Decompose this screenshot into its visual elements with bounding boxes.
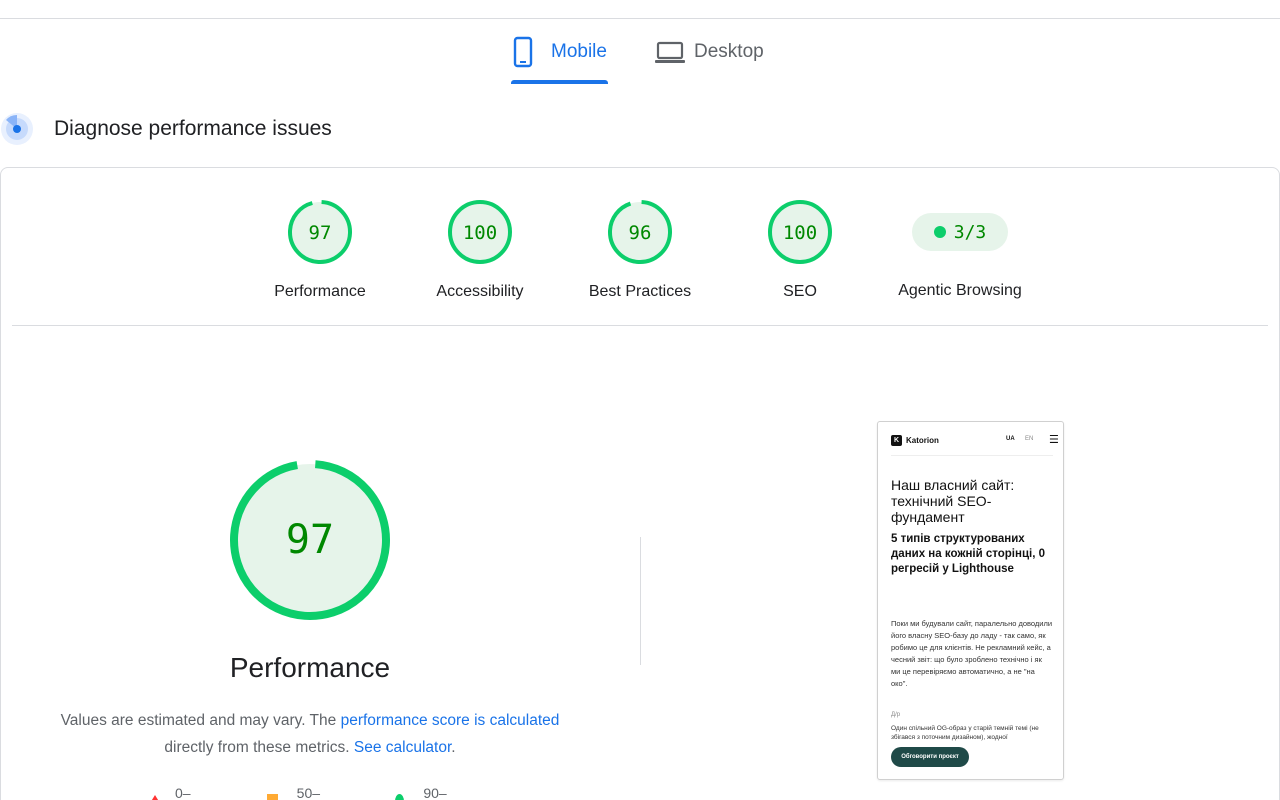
tab-desktop-label: Desktop [694, 41, 764, 62]
category-gauge-best-practices[interactable]: 96 Best Practices [560, 199, 720, 309]
brand-name: Katorion [906, 436, 939, 445]
smartphone-icon [511, 36, 541, 68]
legend-item-fail: 0–49 [147, 785, 191, 800]
gauge-label: Best Practices [588, 283, 692, 300]
lighthouse-icon [0, 112, 34, 146]
performance-score-link[interactable]: performance score is calculated [341, 712, 560, 729]
category-gauge-seo[interactable]: 100 SEO [720, 199, 880, 309]
vertical-divider [640, 537, 641, 665]
lang-ua: UA [1006, 436, 1015, 442]
gauge-ring: 100 [448, 200, 512, 264]
section-title: Diagnose performance issues [54, 117, 332, 140]
gauge-score: 100 [783, 222, 817, 244]
lang-en: EN [1025, 436, 1034, 442]
screenshot-paragraph: Поки ми будували сайт, паралельно доводи… [891, 619, 1053, 688]
screenshot-cta-button: Обговорити проєкт [891, 747, 969, 767]
section-divider [12, 325, 1268, 326]
gauge-label: Performance [274, 283, 366, 300]
gauge-label: Accessibility [436, 283, 524, 300]
screenshot-heading: Наш власний сайт: технічний SEO-фундамен… [891, 477, 1015, 525]
screenshot-small-label: Д/р [891, 712, 901, 718]
gauge-score: 97 [309, 222, 332, 244]
performance-gauge: 97 [228, 458, 392, 622]
performance-score: 97 [286, 517, 334, 563]
hamburger-menu-icon: ☰ [1049, 434, 1059, 446]
final-screenshot[interactable]: K Katorion UA EN ☰ Наш власний сайт: тех… [877, 421, 1064, 780]
performance-title: Performance [229, 652, 391, 683]
gauge-ring: 96 [608, 200, 672, 265]
legend-range: 0–49 [175, 785, 191, 800]
score-note: Values are estimated and may vary. The p… [30, 707, 590, 761]
category-gauge-performance[interactable]: 97 Performance [240, 199, 400, 309]
gauge-label: SEO [783, 283, 817, 300]
top-divider [0, 18, 1280, 19]
gauge-score: 96 [629, 222, 652, 244]
active-tab-indicator [511, 80, 608, 84]
legend-range: 50–89 [296, 785, 321, 800]
brand-logo: K [891, 435, 902, 446]
tab-desktop[interactable]: Desktop [654, 36, 784, 84]
gauge-ring: 100 [768, 200, 832, 264]
pass-circle-icon [395, 793, 405, 800]
fail-triangle-icon [147, 794, 163, 800]
screenshot-paragraph-2: Один спільний OG-образ у старій темній т… [891, 725, 1039, 741]
note-middle: directly from these metrics. [164, 739, 354, 756]
legend-item-pass: 90–100 [395, 785, 452, 800]
screenshot-header: K Katorion UA EN ☰ [891, 434, 1059, 449]
screenshot-header-divider [891, 455, 1053, 456]
gauge-ring: 97 [288, 200, 352, 265]
section-header: Diagnose performance issues [0, 112, 332, 146]
agentic-value: 3/3 [953, 221, 987, 243]
pass-dot-icon [933, 226, 946, 238]
legend-item-average: 50–89 [267, 785, 324, 800]
screenshot-subheading: 5 типів структурованих даних на кожній с… [891, 533, 1045, 575]
tab-mobile-label: Mobile [551, 41, 607, 62]
average-square-icon [267, 793, 278, 800]
category-gauge-accessibility[interactable]: 100 Accessibility [400, 199, 560, 309]
agentic-browsing-label: Agentic Browsing [898, 282, 1022, 299]
device-tabs: Mobile Desktop [0, 36, 1280, 84]
legend-range: 90–100 [423, 785, 447, 800]
see-calculator-link[interactable]: See calculator [354, 739, 451, 756]
laptop-icon [654, 36, 685, 68]
agentic-browsing-badge[interactable]: 3/3 [912, 213, 1008, 251]
note-suffix: . [451, 739, 456, 756]
tab-mobile[interactable]: Mobile [511, 36, 608, 84]
gauge-score: 100 [463, 222, 497, 244]
note-prefix: Values are estimated and may vary. The [60, 712, 341, 729]
